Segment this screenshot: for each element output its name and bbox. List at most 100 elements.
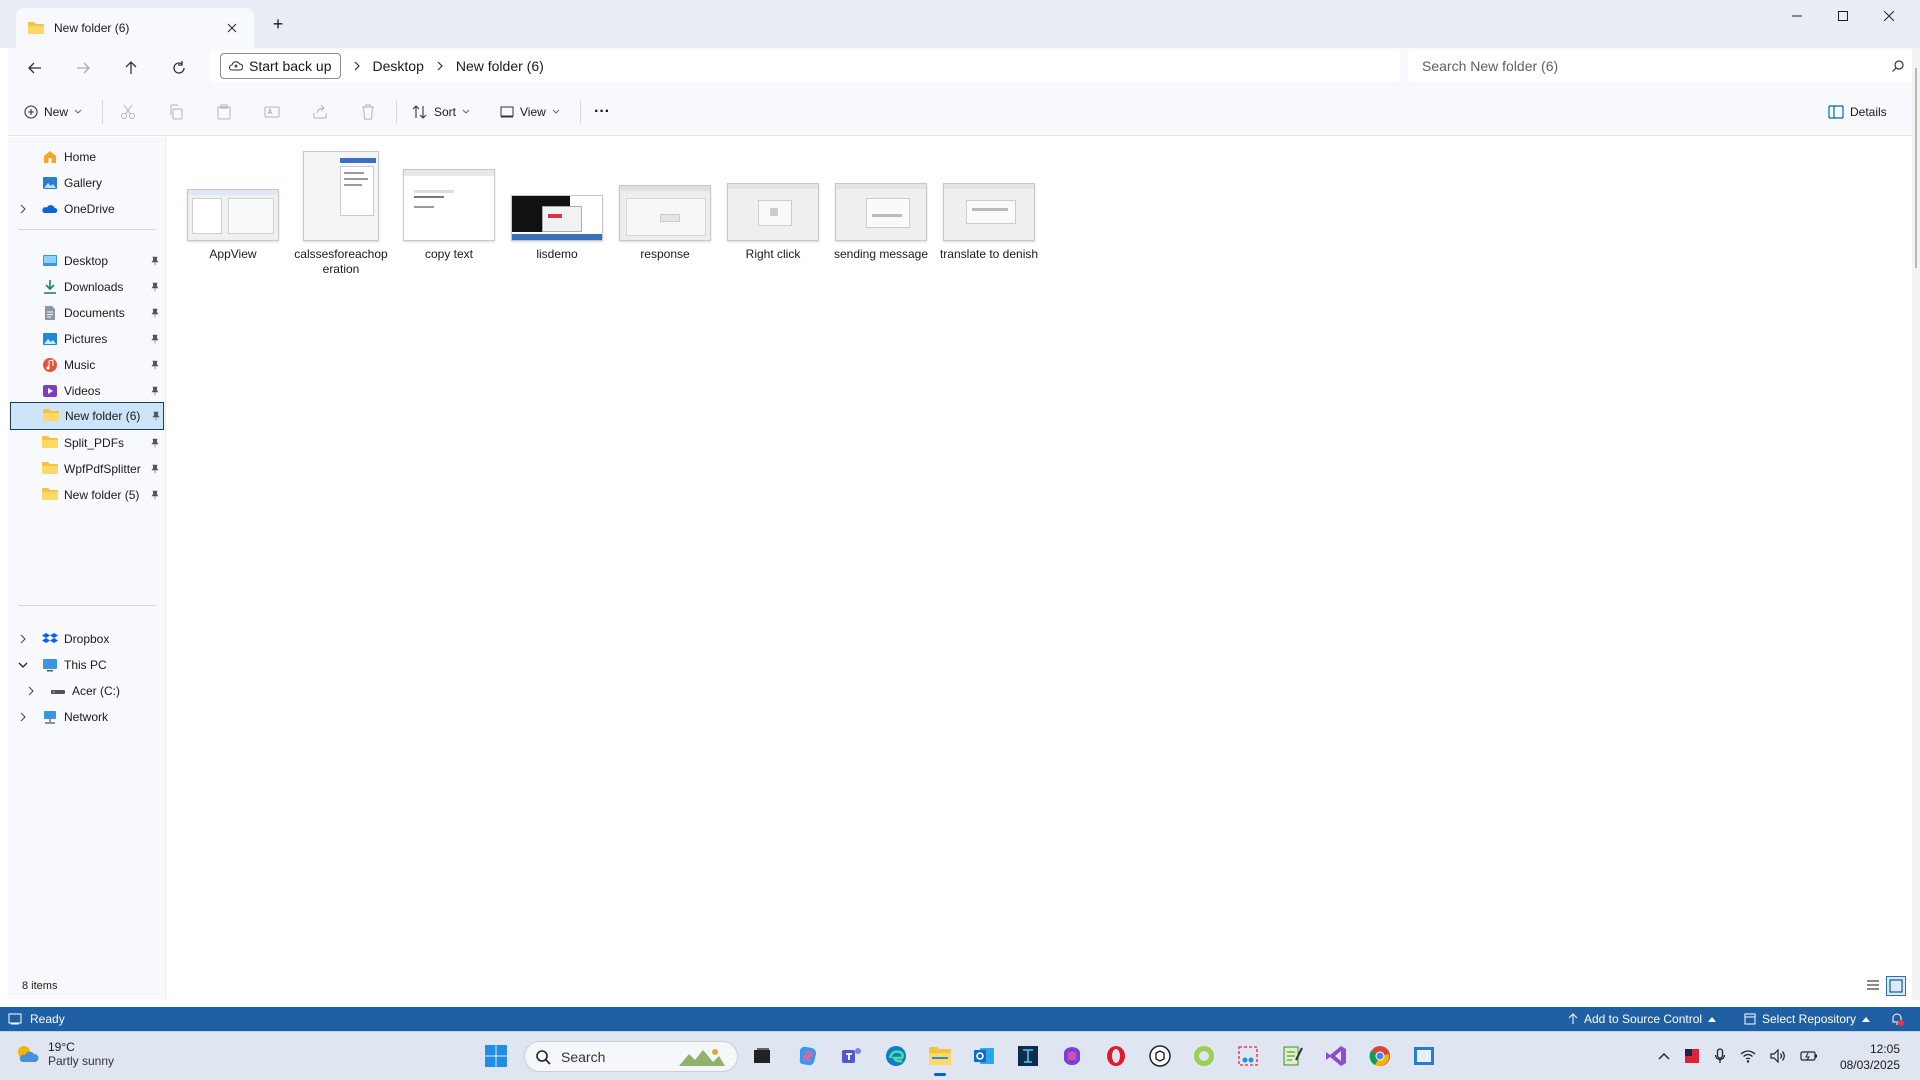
- more-options-button[interactable]: ···: [594, 96, 610, 128]
- weather-description: Partly sunny: [48, 1054, 115, 1068]
- file-item-appview[interactable]: AppView: [181, 143, 285, 262]
- sidebar-item-this-pc[interactable]: This PC: [10, 651, 164, 679]
- sidebar-item-new-folder-5[interactable]: New folder (5): [10, 481, 164, 509]
- sidebar-item-videos[interactable]: Videos: [10, 377, 164, 405]
- scrollbar-thumb[interactable]: [1915, 68, 1917, 268]
- gallery-icon: [42, 175, 58, 191]
- sidebar-item-acer-c[interactable]: Acer (C:): [10, 677, 164, 705]
- search-icon: [536, 1049, 551, 1065]
- select-repo-label: Select Repository: [1762, 1012, 1857, 1026]
- clock[interactable]: 12:05 08/03/2025: [1836, 1041, 1900, 1073]
- weather-temperature: 19°C: [48, 1040, 75, 1054]
- taskbar-microsoft-365[interactable]: [1058, 1042, 1086, 1070]
- taskbar-app-dark[interactable]: [1014, 1042, 1042, 1070]
- taskbar-chatgpt[interactable]: [1146, 1042, 1174, 1070]
- file-item-lisdemo[interactable]: lisdemo: [505, 143, 609, 262]
- start-backup-button[interactable]: Start back up: [220, 53, 341, 79]
- chevron-right-icon[interactable]: [18, 204, 28, 214]
- arrow-left-icon: [28, 62, 41, 74]
- sidebar-item-music[interactable]: Music: [10, 351, 164, 379]
- close-window-button[interactable]: [1866, 0, 1912, 32]
- view-icon: [500, 106, 514, 118]
- sidebar-item-desktop[interactable]: Desktop: [10, 247, 164, 275]
- vertical-scrollbar[interactable]: [1912, 48, 1920, 1000]
- taskbar-opera[interactable]: [1102, 1042, 1130, 1070]
- sidebar-item-pictures[interactable]: Pictures: [10, 325, 164, 353]
- taskbar-visual-studio[interactable]: [1322, 1042, 1350, 1070]
- file-item-translate-to-denish[interactable]: translate to denish: [937, 143, 1041, 262]
- notifications-button[interactable]: [1890, 1012, 1904, 1026]
- refresh-button[interactable]: [164, 53, 194, 83]
- file-item-right-click[interactable]: Right click: [721, 143, 825, 262]
- sidebar-item-wpfpdfsplitter[interactable]: WpfPdfSplitter: [10, 455, 164, 483]
- copy-button[interactable]: [168, 96, 184, 128]
- sidebar-item-split-pdfs[interactable]: Split_PDFs: [10, 429, 164, 457]
- wifi-button[interactable]: [1740, 1049, 1756, 1063]
- tab-new-folder-6[interactable]: New folder (6): [16, 8, 254, 48]
- start-button[interactable]: [482, 1042, 510, 1070]
- paste-button[interactable]: [216, 96, 232, 128]
- view-button[interactable]: View: [500, 96, 560, 128]
- cut-button[interactable]: [120, 96, 136, 128]
- weather-widget[interactable]: 19°C Partly sunny: [14, 1040, 114, 1068]
- scissors-icon: [121, 104, 135, 119]
- taskbar-outlook[interactable]: [970, 1042, 998, 1070]
- taskbar-chrome[interactable]: [1366, 1042, 1394, 1070]
- breadcrumb-desktop[interactable]: Desktop: [373, 58, 424, 74]
- taskbar-copilot[interactable]: [794, 1042, 822, 1070]
- forward-button[interactable]: [68, 53, 98, 83]
- file-item-sending-message[interactable]: sending message: [829, 143, 933, 262]
- tab-title: New folder (6): [54, 21, 130, 35]
- volume-button[interactable]: [1770, 1049, 1786, 1063]
- show-hidden-icons-button[interactable]: [1658, 1051, 1670, 1061]
- chevron-right-icon[interactable]: [18, 634, 28, 644]
- taskbar-file-explorer[interactable]: [926, 1042, 954, 1076]
- chevron-right-icon[interactable]: [26, 686, 36, 696]
- back-button[interactable]: [20, 53, 50, 83]
- sidebar-item-label: Desktop: [64, 254, 109, 268]
- battery-button[interactable]: [1800, 1050, 1818, 1062]
- taskbar-app-blue[interactable]: [1410, 1042, 1438, 1070]
- taskbar-snipping-tool[interactable]: [1234, 1042, 1262, 1070]
- maximize-button[interactable]: [1820, 0, 1866, 32]
- rename-button[interactable]: [264, 96, 280, 128]
- details-pane-button[interactable]: Details: [1828, 96, 1887, 128]
- add-to-source-control-button[interactable]: Add to Source Control: [1568, 1012, 1717, 1026]
- sidebar-item-gallery[interactable]: Gallery: [10, 169, 164, 197]
- sidebar-item-dropbox[interactable]: Dropbox: [10, 625, 164, 653]
- sidebar-item-onedrive[interactable]: OneDrive: [10, 195, 164, 223]
- up-button[interactable]: [116, 53, 146, 83]
- chevron-down-icon[interactable]: [18, 660, 28, 670]
- sidebar-item-downloads[interactable]: Downloads: [10, 273, 164, 301]
- file-item-copy-text[interactable]: copy text: [397, 143, 501, 262]
- address-bar[interactable]: Start back up Desktop New folder (6): [210, 50, 1400, 82]
- sidebar-item-documents[interactable]: Documents: [10, 299, 164, 327]
- minimize-button[interactable]: [1774, 0, 1820, 32]
- search-input[interactable]: Search New folder (6): [1408, 50, 1918, 82]
- taskbar-task-view[interactable]: [748, 1042, 776, 1070]
- chevron-right-icon[interactable]: [18, 712, 28, 722]
- share-button[interactable]: [312, 96, 328, 128]
- microphone-button[interactable]: [1714, 1048, 1726, 1064]
- details-view-button[interactable]: [1864, 976, 1882, 996]
- image-thumbnail: [303, 151, 379, 241]
- delete-button[interactable]: [360, 96, 376, 128]
- file-item-calssesforeachoperation[interactable]: calssesforeachoperation: [289, 143, 393, 277]
- tiles-view-button[interactable]: [1886, 976, 1906, 996]
- sidebar-item-home[interactable]: Home: [10, 143, 164, 171]
- taskbar-teams[interactable]: [838, 1042, 866, 1070]
- sidebar-item-network[interactable]: Network: [10, 703, 164, 731]
- file-item-response[interactable]: response: [613, 143, 717, 262]
- taskbar-app-circle[interactable]: [1190, 1042, 1218, 1070]
- taskbar-edge[interactable]: [882, 1042, 910, 1070]
- close-tab-icon[interactable]: [222, 18, 242, 38]
- taskbar-search[interactable]: Search: [524, 1041, 738, 1072]
- tray-app-icon[interactable]: [1684, 1048, 1700, 1064]
- new-button[interactable]: New: [24, 96, 82, 128]
- select-repository-button[interactable]: Select Repository: [1744, 1012, 1871, 1026]
- sidebar-item-new-folder-6[interactable]: New folder (6): [10, 402, 164, 430]
- sort-button[interactable]: Sort: [412, 96, 470, 128]
- taskbar-notepad[interactable]: [1278, 1042, 1306, 1070]
- breadcrumb-current-folder[interactable]: New folder (6): [456, 58, 544, 74]
- new-tab-button[interactable]: +: [268, 14, 288, 34]
